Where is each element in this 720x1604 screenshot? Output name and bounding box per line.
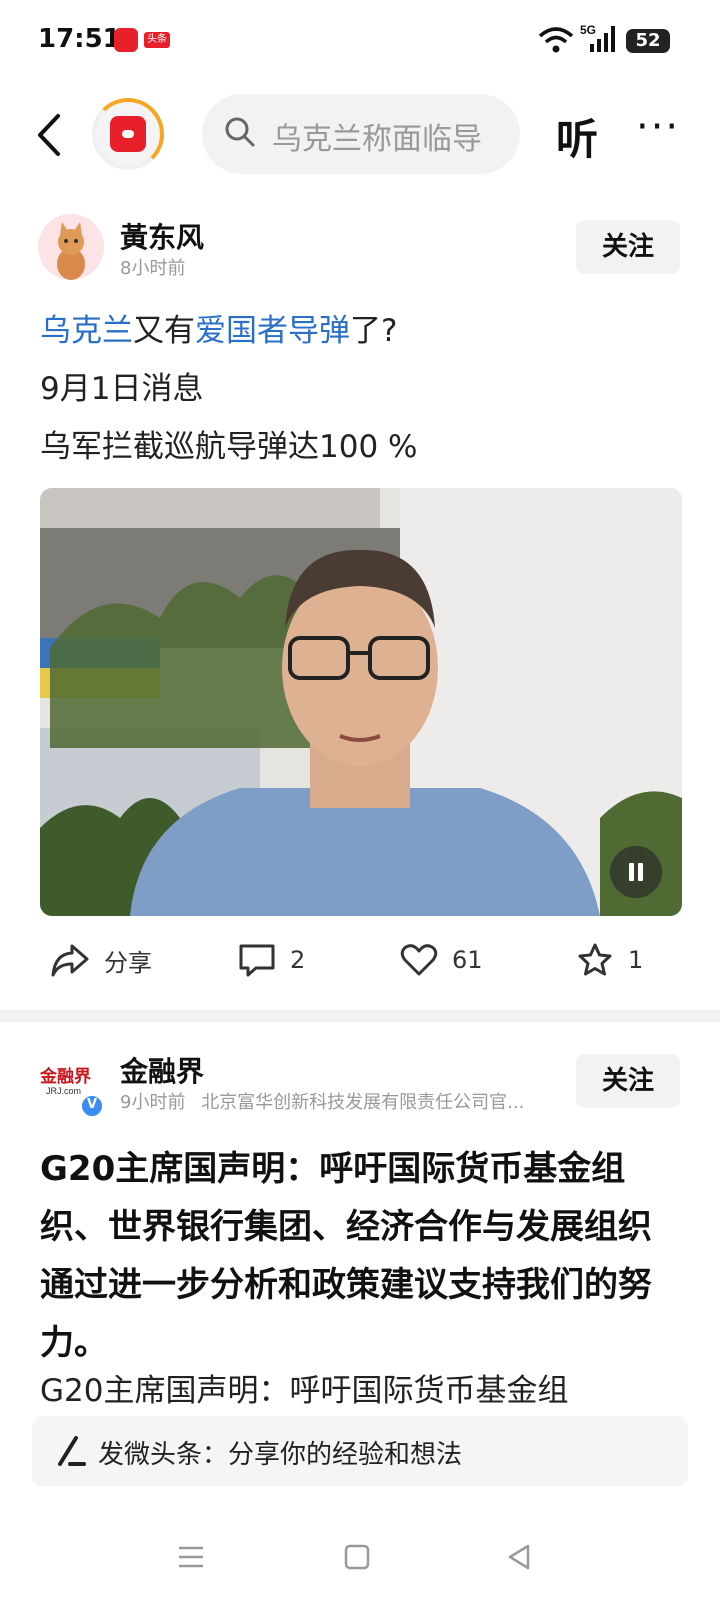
menu-icon[interactable]: [176, 1542, 206, 1572]
status-bar: 17:51 头条 5G 52: [0, 0, 720, 84]
video-frame: [40, 488, 682, 916]
video-player[interactable]: [40, 488, 682, 916]
jrj-logo-text: 金融界: [39, 1066, 91, 1086]
compose-bar[interactable]: 发微头条：分享你的经验和想法: [32, 1416, 688, 1486]
avatar[interactable]: [38, 214, 104, 280]
pen-icon: [58, 1436, 86, 1466]
wifi-icon: [538, 27, 574, 53]
toutiao-logo-button[interactable]: [92, 98, 164, 170]
pause-icon[interactable]: [610, 846, 662, 898]
comment-count: 2: [290, 946, 306, 974]
title-text: 又有: [133, 313, 195, 349]
post1-action-bar: 分享 2 61 1: [0, 930, 720, 990]
listen-button[interactable]: 听: [556, 106, 598, 167]
star-icon: [578, 943, 612, 976]
post1-title[interactable]: 乌克兰又有爱国者导弹了?: [40, 302, 680, 360]
post-meta: 9小时前 北京富华创新科技发展有限责任公司官...: [120, 1088, 524, 1114]
compose-placeholder: 发微头条：分享你的经验和想法: [98, 1440, 463, 1470]
topic-link-ukraine[interactable]: 乌克兰: [40, 313, 133, 349]
system-nav-bar: [0, 1530, 720, 1604]
home-icon[interactable]: [342, 1542, 372, 1572]
author-name[interactable]: 黃东风: [120, 216, 204, 256]
toutiao-logo-icon: [110, 116, 146, 152]
post-time: 9小时前: [120, 1092, 186, 1113]
feed-divider: [0, 1010, 720, 1022]
top-bar: 乌克兰称面临导 听 ···: [0, 90, 720, 180]
favorite-button[interactable]: 1: [576, 938, 643, 982]
jrj-logo-sub: JRJ.com: [46, 1086, 81, 1096]
like-button[interactable]: 61: [400, 938, 483, 982]
favorite-count: 1: [628, 946, 644, 974]
network-label: 5G: [580, 23, 596, 37]
title-text: 了?: [350, 313, 398, 349]
heart-icon: [400, 944, 438, 976]
post2-body-preview[interactable]: G20主席国声明：呼吁国际货币基金组: [40, 1362, 680, 1420]
battery-indicator: 52: [626, 29, 670, 53]
share-icon: [51, 944, 89, 977]
post2-headline[interactable]: G20主席国声明：呼吁国际货币基金组织、世界银行集团、经济合作与发展组织通过进一…: [40, 1140, 680, 1372]
like-count: 61: [452, 946, 483, 974]
post1-author-row: 黃东风 8小时前 关注: [0, 214, 720, 294]
app-notification-icon: [114, 28, 138, 52]
follow-button[interactable]: 关注: [576, 220, 680, 274]
back-nav-icon[interactable]: [504, 1542, 534, 1572]
follow-button[interactable]: 关注: [576, 1054, 680, 1108]
search-placeholder: 乌克兰称面临导: [272, 122, 482, 157]
verified-icon: [80, 1094, 104, 1118]
comment-button[interactable]: 2: [238, 938, 305, 982]
search-icon: [225, 117, 255, 147]
post-time: 8小时前: [120, 258, 186, 279]
signal-icon: 5G: [580, 23, 615, 52]
back-icon[interactable]: [30, 110, 70, 160]
post1-line2: 9月1日消息: [40, 371, 204, 407]
share-button[interactable]: 分享: [50, 938, 152, 982]
comment-icon: [239, 944, 275, 977]
post2-author-row: 金融界 JRJ.com 金融界 9小时前 北京富华创新科技发展有限责任公司官..…: [0, 1048, 720, 1128]
more-options-button[interactable]: ···: [636, 104, 680, 150]
search-input[interactable]: 乌克兰称面临导: [202, 94, 520, 174]
post1-line3: 乌军拦截巡航导弹达100 %: [40, 429, 418, 465]
status-time: 17:51: [38, 24, 121, 54]
topic-link-patriot[interactable]: 爱国者导弹: [195, 313, 350, 349]
publisher-name: 北京富华创新科技发展有限责任公司官...: [201, 1092, 525, 1113]
author-name[interactable]: 金融界: [120, 1050, 204, 1090]
share-label: 分享: [104, 948, 152, 977]
toutiao-badge: 头条: [144, 32, 170, 48]
